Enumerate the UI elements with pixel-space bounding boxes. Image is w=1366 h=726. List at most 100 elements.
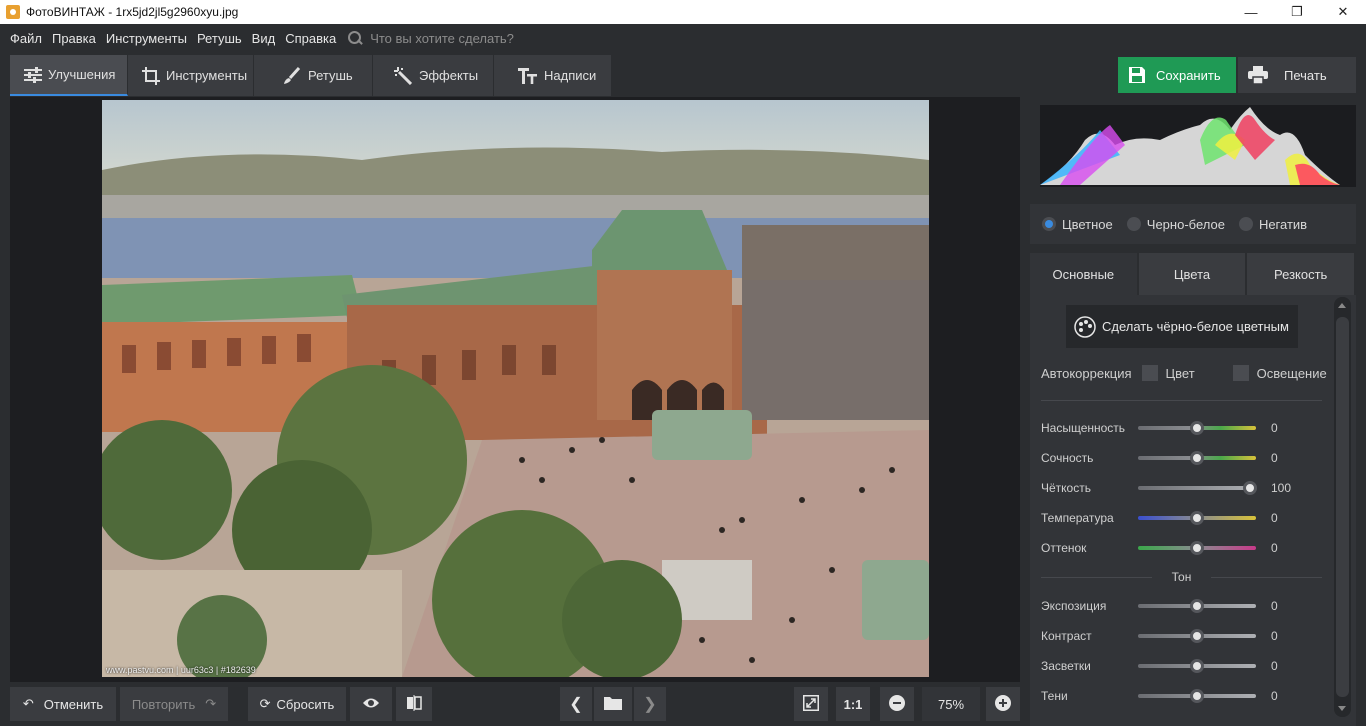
eye-icon [362, 697, 380, 712]
actual-size-button[interactable]: 1:1 [836, 687, 870, 721]
tab-tools[interactable]: Инструменты [128, 55, 254, 96]
color-mode-group: Цветное Черно-белое Негатив [1030, 204, 1356, 244]
slider-value: 0 [1271, 659, 1278, 673]
colorize-button[interactable]: Сделать чёрно-белое цветным [1066, 305, 1298, 348]
tab-retouch[interactable]: Ретушь [254, 55, 373, 96]
reset-label: Сбросить [276, 696, 335, 712]
shadows-track[interactable] [1138, 689, 1256, 703]
auto-color-checkbox[interactable] [1141, 365, 1158, 381]
compare-button[interactable] [396, 687, 432, 721]
tone-section-header: Тон [1041, 569, 1323, 585]
reset-button[interactable]: ⟳ Сбросить [248, 687, 346, 721]
redo-label: Повторить [131, 696, 196, 712]
close-icon[interactable]: ✕ [1320, 0, 1366, 24]
photo-watermark: www.pastvu.com | uur63c3 | #182639 [106, 665, 256, 675]
slider-knob[interactable] [1190, 541, 1204, 555]
open-folder-button[interactable] [594, 687, 632, 721]
tab-label: Надписи [544, 68, 597, 83]
radio-indicator [1238, 217, 1253, 231]
slider-knob[interactable] [1243, 481, 1258, 495]
slider-value: 0 [1271, 421, 1278, 435]
highlights-track[interactable] [1138, 659, 1256, 673]
zoom-in-button[interactable] [986, 687, 1020, 721]
slider-value: 0 [1271, 629, 1278, 643]
slider-contrast: Контраст 0 [1041, 626, 1278, 646]
bottom-toolbar: ↶ Отменить Повторить ↷ ⟳ Сбросить ❮ ❯ 1:… [0, 683, 1030, 726]
zoom-out-button[interactable] [880, 687, 914, 721]
next-image-button[interactable]: ❯ [634, 687, 666, 721]
tab-basic[interactable]: Основные [1030, 253, 1137, 295]
menu-retouch[interactable]: Ретушь [197, 31, 242, 46]
colorize-label: Сделать чёрно-белое цветным [1102, 319, 1289, 334]
redo-button[interactable]: Повторить ↷ [120, 687, 228, 721]
undo-label: Отменить [43, 696, 104, 712]
scrollbar-thumb[interactable] [1336, 317, 1349, 697]
auto-light-checkbox[interactable] [1232, 365, 1249, 381]
radio-label: Негатив [1258, 216, 1308, 232]
slider-value: 0 [1271, 689, 1278, 703]
menu-edit[interactable]: Правка [52, 31, 96, 46]
tab-text[interactable]: Надписи [494, 55, 612, 96]
fit-screen-icon [803, 694, 819, 714]
slider-knob[interactable] [1190, 599, 1204, 613]
text-icon [518, 66, 538, 86]
vibrance-track[interactable] [1138, 451, 1256, 465]
minus-circle-icon [889, 694, 905, 714]
temperature-track[interactable] [1138, 511, 1256, 525]
scroll-down-icon[interactable] [1338, 706, 1346, 711]
minimize-icon[interactable]: — [1228, 0, 1274, 24]
save-button[interactable]: Сохранить [1118, 57, 1236, 93]
slider-knob[interactable] [1190, 421, 1204, 435]
contrast-track[interactable] [1138, 629, 1256, 643]
slider-clarity: Чёткость 100 [1041, 478, 1291, 498]
search-icon [348, 31, 362, 45]
photo-canvas[interactable]: www.pastvu.com | uur63c3 | #182639 [102, 100, 929, 677]
slider-label: Оттенок [1041, 541, 1087, 555]
undo-button[interactable]: ↶ Отменить [10, 687, 116, 721]
zoom-level[interactable]: 75% [922, 687, 980, 721]
menu-view[interactable]: Вид [252, 31, 276, 46]
slider-knob[interactable] [1190, 451, 1204, 465]
saturation-track[interactable] [1138, 421, 1256, 435]
slider-knob[interactable] [1190, 659, 1204, 673]
menu-bar: Файл Правка Инструменты Ретушь Вид Справ… [0, 24, 1366, 52]
panel-scrollbar[interactable] [1334, 297, 1351, 717]
scroll-up-icon[interactable] [1338, 303, 1346, 308]
maximize-icon[interactable]: ❐ [1274, 0, 1320, 24]
radio-negative[interactable]: Негатив [1238, 216, 1308, 232]
panel-tabs: Основные Цвета Резкость [1030, 253, 1356, 295]
slider-knob[interactable] [1190, 689, 1204, 703]
menu-tools[interactable]: Инструменты [106, 31, 187, 46]
title-bar: ФотоВИНТАЖ - 1rx5jd2jl5g2960xyu.jpg — ❐ … [0, 0, 1366, 24]
tab-effects[interactable]: Эффекты [373, 55, 494, 96]
menu-file[interactable]: Файл [10, 31, 42, 46]
redo-icon: ↷ [205, 696, 217, 711]
exposure-track[interactable] [1138, 599, 1256, 613]
histogram [1040, 105, 1356, 187]
clarity-track[interactable] [1138, 481, 1258, 495]
tint-track[interactable] [1138, 541, 1256, 555]
save-label: Сохранить [1156, 67, 1221, 83]
radio-color[interactable]: Цветное [1042, 217, 1113, 232]
magic-wand-icon [393, 66, 413, 86]
menu-help[interactable]: Справка [285, 31, 336, 46]
tab-sharpness[interactable]: Резкость [1247, 253, 1355, 295]
radio-bw[interactable]: Черно-белое [1126, 217, 1225, 232]
window-title: ФотоВИНТАЖ - 1rx5jd2jl5g2960xyu.jpg [26, 5, 239, 19]
prev-image-button[interactable]: ❮ [560, 687, 592, 721]
slider-tint: Оттенок 0 [1041, 538, 1278, 558]
command-search[interactable]: Что вы хотите сделать? [348, 31, 514, 46]
print-button[interactable]: Печать [1238, 57, 1356, 93]
folder-icon [604, 696, 622, 713]
slider-knob[interactable] [1190, 629, 1204, 643]
floppy-icon [1128, 66, 1146, 84]
slider-knob[interactable] [1190, 511, 1204, 525]
slider-highlights: Засветки 0 [1041, 656, 1278, 676]
fit-screen-button[interactable] [794, 687, 828, 721]
tab-label: Эффекты [419, 68, 479, 83]
window-controls: — ❐ ✕ [1228, 0, 1366, 24]
tab-enhancements[interactable]: Улучшения [10, 55, 128, 96]
preview-button[interactable] [350, 687, 392, 721]
tab-colors[interactable]: Цвета [1138, 253, 1246, 295]
slider-value: 0 [1271, 599, 1278, 613]
